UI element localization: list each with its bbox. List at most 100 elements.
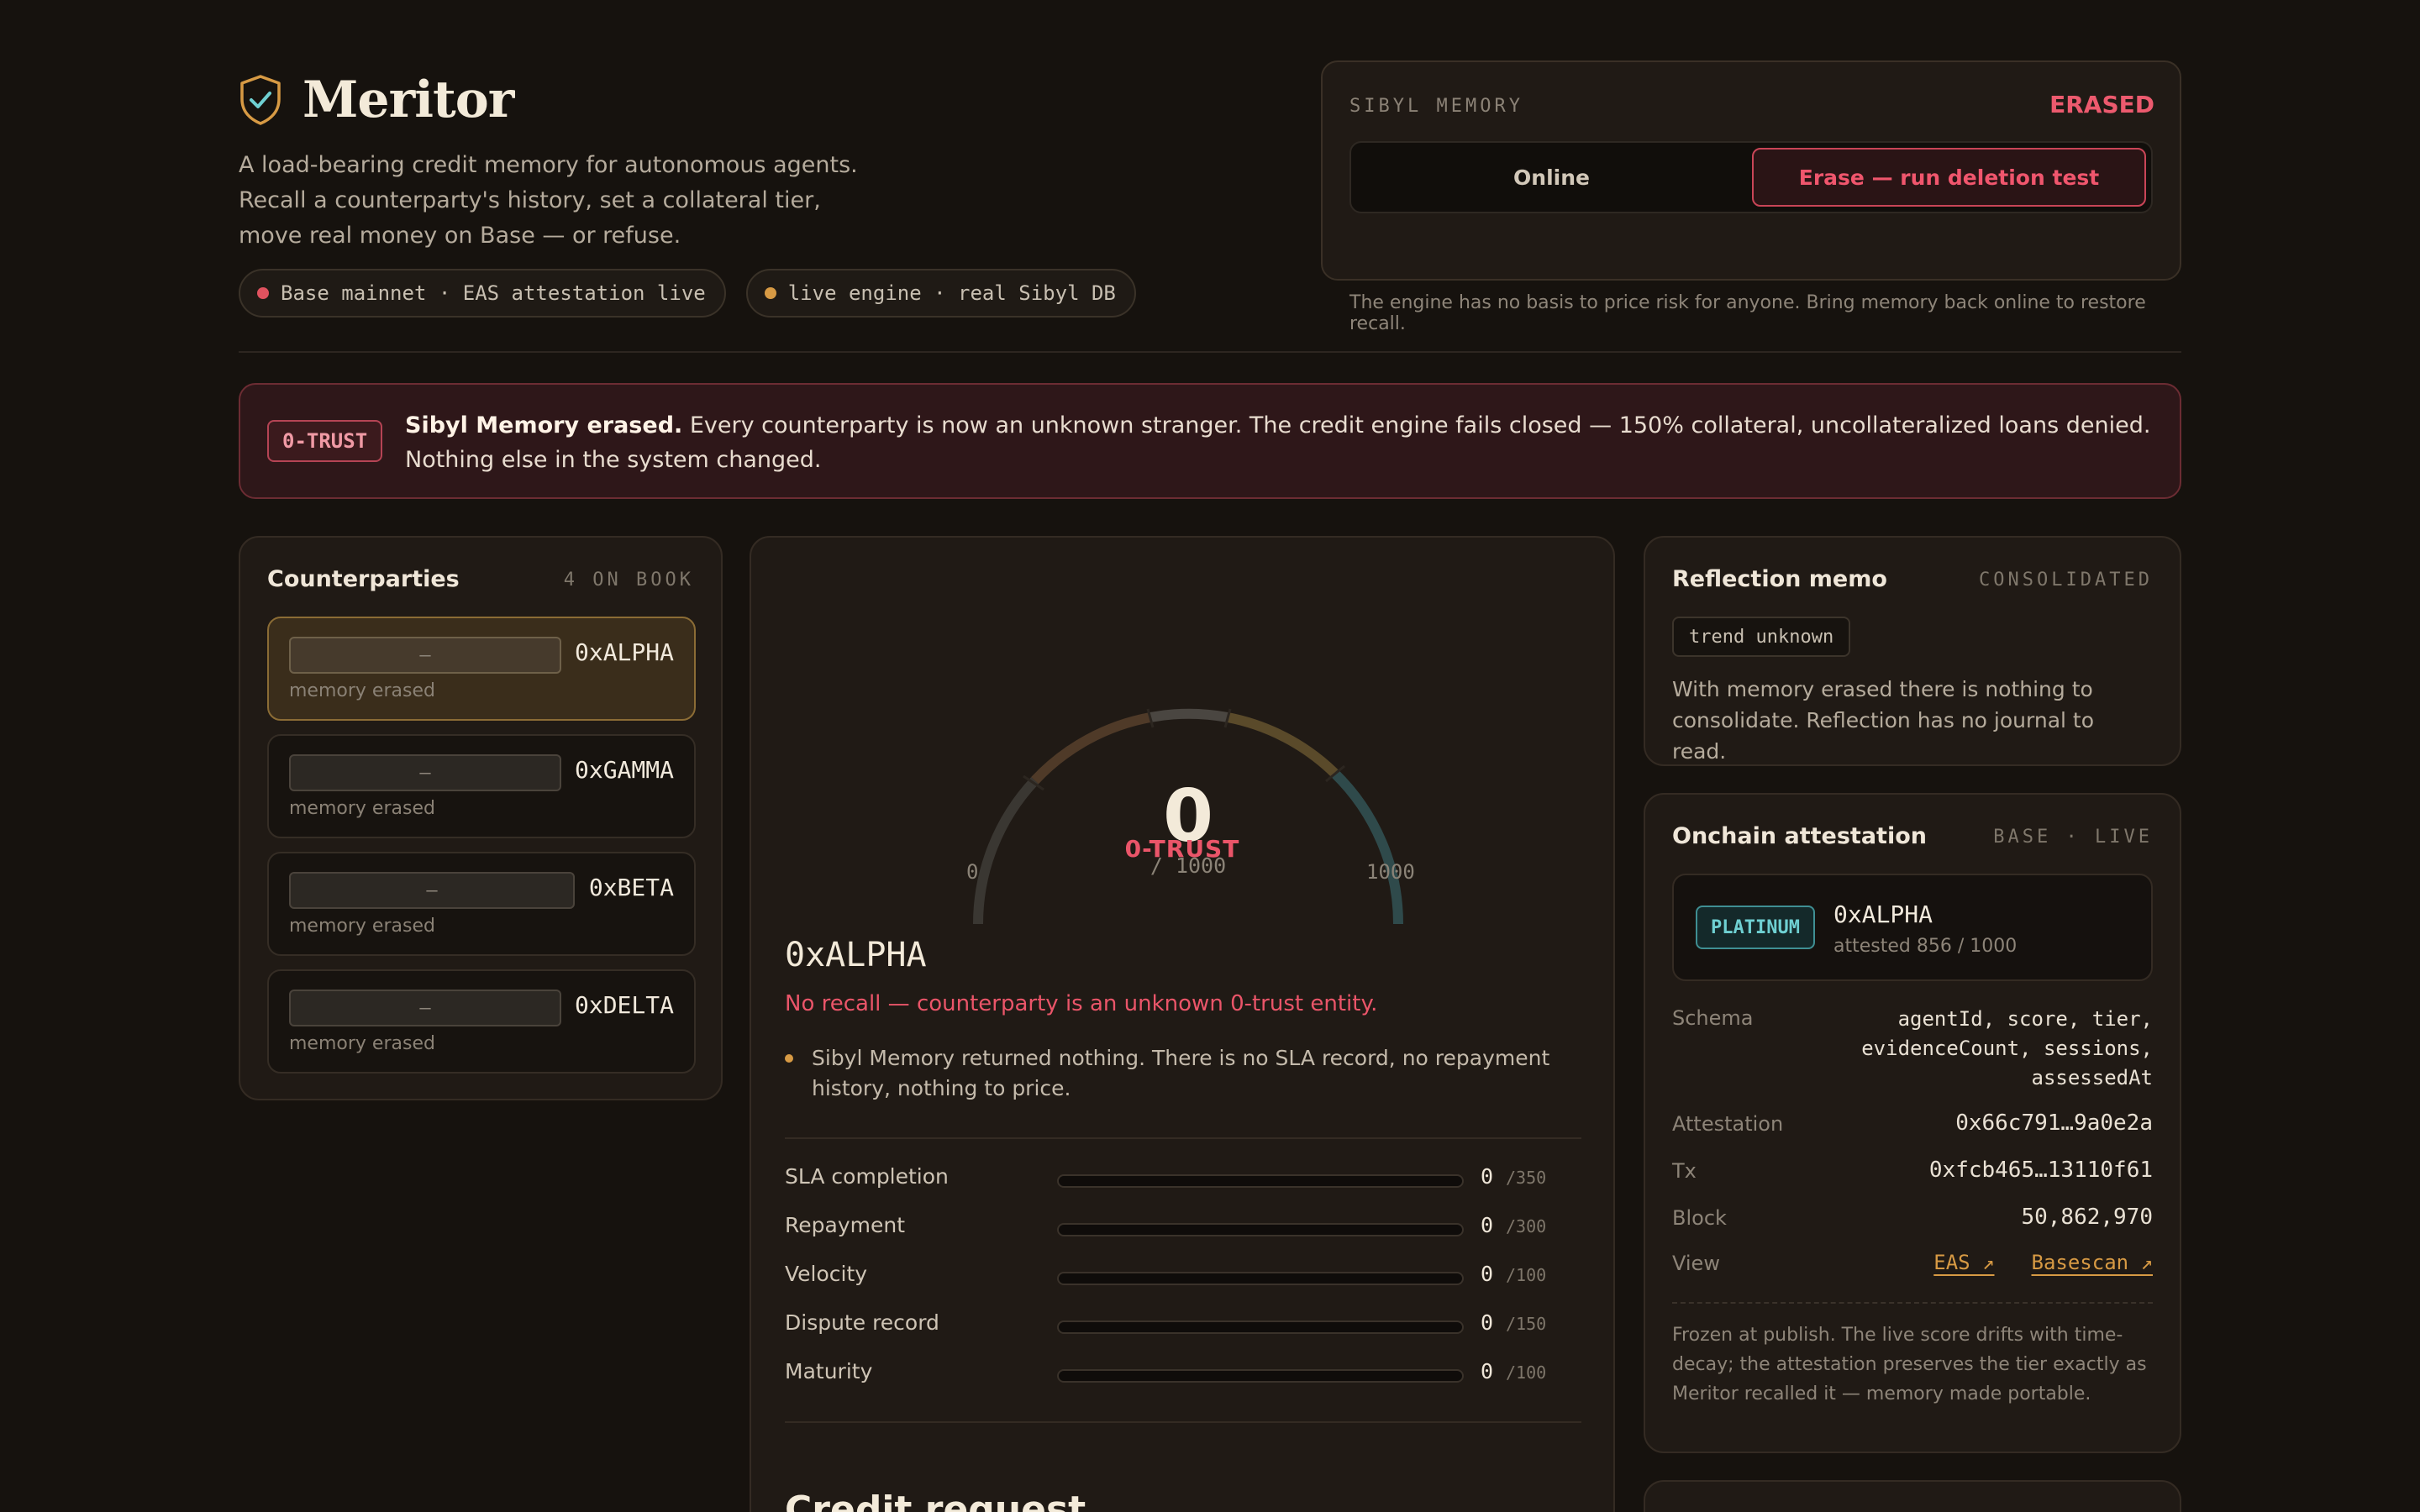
factor-row: Repayment 0 /300 [785,1213,1581,1262]
factor-max: /150 [1506,1314,1547,1334]
counterparty-item-gamma[interactable]: – 0xGAMMA memory erased [267,734,696,838]
view-links: EAS ↗ Basescan ↗ [1933,1248,2153,1278]
attestation-status: BASE · LIVE [1993,827,2153,848]
reflection-panel: Reflection memo CONSOLIDATED trend unkno… [1644,536,2181,766]
recall-warning: No recall — counterparty is an unknown 0… [785,991,1378,1016]
counterparty-item-delta[interactable]: – 0xDELTA memory erased [267,969,696,1074]
banner-title: Sibyl Memory erased. [405,412,683,438]
attested-counterparty: 0xALPHA [1833,900,1933,928]
schema-line: evidenceCount, sessions, [1861,1037,2153,1060]
engine-pill-label: live engine · real Sibyl DB [787,281,1116,305]
score-gauge: 0 / 1000 [953,622,1423,925]
counterparty-status: memory erased [289,798,435,819]
factor-label: Repayment [785,1213,905,1237]
section-divider [785,1421,1581,1423]
trend-tag: trend unknown [1672,617,1851,657]
factor-max: /100 [1506,1265,1547,1285]
factor-value: 0 [1481,1262,1494,1286]
memory-note: The engine has no basis to price risk fo… [1349,292,2146,334]
counterparty-name: 0xDELTA [574,991,674,1019]
shield-check-icon [240,75,281,125]
engine-pill: live engine · real Sibyl DB [745,269,1136,318]
evidence-text: Sibyl Memory returned nothing. There is … [812,1046,1550,1100]
counterparties-panel: Counterparties 4 ON BOOK – 0xALPHA memor… [239,536,723,1100]
bullet-dot-icon [785,1054,793,1063]
schema-line: agentId, score, tier, [1897,1007,2153,1031]
status-pills: Base mainnet · EAS attestation live live… [239,269,1136,318]
factor-row: Dispute record 0 /150 [785,1310,1581,1359]
gauge-max-label: 1000 [1366,860,1415,884]
factor-bar [1057,1272,1464,1285]
reflection-status: CONSOLIDATED [1979,570,2153,591]
basescan-link[interactable]: Basescan ↗ [2032,1248,2154,1278]
brand: Meritor [239,71,514,129]
dashed-divider [1672,1302,2153,1304]
reflection-title: Reflection memo [1672,566,1887,592]
factor-max: /350 [1506,1168,1547,1188]
attestation-uid-label: Attestation [1672,1112,1784,1136]
tier-badge: PLATINUM [1696,906,1815,949]
schema-value: agentId, score, tier, evidenceCount, ses… [1861,1005,2153,1093]
attested-score: attested 856 / 1000 [1833,936,2018,957]
memory-toggle: Online Erase — run deletion test [1349,141,2153,213]
tagline: A load-bearing credit memory for autonom… [239,152,858,249]
erase-button[interactable]: Erase — run deletion test [1752,148,2146,207]
section-divider [785,1137,1581,1139]
factor-row: Maturity 0 /100 [785,1359,1581,1408]
sibyl-memory-card: SIBYL MEMORY ERASED Online Erase — run d… [1321,60,2181,334]
score-tier: 0-TRUST [1124,835,1240,863]
zero-trust-banner: 0-TRUST Sibyl Memory erased. Every count… [239,383,2181,499]
attestation-card: PLATINUM 0xALPHA attested 856 / 1000 [1672,874,2153,981]
counterparties-title: Counterparties [267,566,460,592]
factor-value: 0 [1481,1310,1494,1335]
score-factors: SLA completion 0 /350 Repayment 0 /300 V… [785,1164,1581,1408]
factor-label: Maturity [785,1359,873,1383]
memory-label: SIBYL MEMORY [1349,96,1523,117]
factor-label: Velocity [785,1262,868,1286]
attestation-note: Frozen at publish. The live score drifts… [1672,1325,2147,1404]
factor-label: SLA completion [785,1164,949,1189]
factor-max: /100 [1506,1362,1547,1383]
factor-bar [1057,1320,1464,1334]
zero-trust-badge: 0-TRUST [267,420,383,462]
memory-status: ERASED [2049,91,2154,118]
counterparty-name: 0xALPHA [574,638,674,666]
next-panel [1644,1480,2181,1512]
attestation-uid-value: 0x66c791…9a0e2a [1955,1110,2153,1136]
score-bar: – [289,637,561,674]
factor-row: Velocity 0 /100 [785,1262,1581,1310]
gauge-arc [973,708,1404,925]
score-bar: – [289,754,561,791]
factor-value: 0 [1481,1213,1494,1237]
score-bar: – [289,872,575,909]
eas-link[interactable]: EAS ↗ [1933,1248,1994,1278]
counterparty-status: memory erased [289,680,435,701]
evidence-bullet: Sibyl Memory returned nothing. There is … [785,1043,1575,1104]
gauge-min-label: 0 [966,860,979,884]
counterparties-count: 4 ON BOOK [563,570,694,591]
view-label: View [1672,1252,1720,1275]
factor-value: 0 [1481,1359,1494,1383]
score-panel: 0 / 1000 0-TRUST 0 1000 0xALPHA No recal… [750,536,1615,1512]
factor-row: SLA completion 0 /350 [785,1164,1581,1213]
header-divider [239,351,2181,353]
counterparty-status: memory erased [289,916,435,937]
factor-value: 0 [1481,1164,1494,1189]
tx-label: Tx [1672,1159,1697,1183]
counterparty-status: memory erased [289,1033,435,1054]
status-dot-icon [764,287,776,299]
online-button[interactable]: Online [1356,148,1747,207]
factor-max: /300 [1506,1216,1547,1236]
counterparty-item-beta[interactable]: – 0xBETA memory erased [267,852,696,956]
selected-counterparty: 0xALPHA [785,936,927,974]
factor-bar [1057,1223,1464,1236]
factor-bar [1057,1174,1464,1188]
block-value: 50,862,970 [2021,1205,2153,1230]
credit-request-title: Credit request [785,1488,1086,1512]
counterparty-item-alpha[interactable]: – 0xALPHA memory erased [267,617,696,721]
block-label: Block [1672,1206,1727,1230]
factor-label: Dispute record [785,1310,939,1335]
tx-value: 0xfcb465…13110f61 [1928,1158,2153,1183]
app-title: Meritor [302,71,514,129]
score-bar: – [289,990,561,1026]
